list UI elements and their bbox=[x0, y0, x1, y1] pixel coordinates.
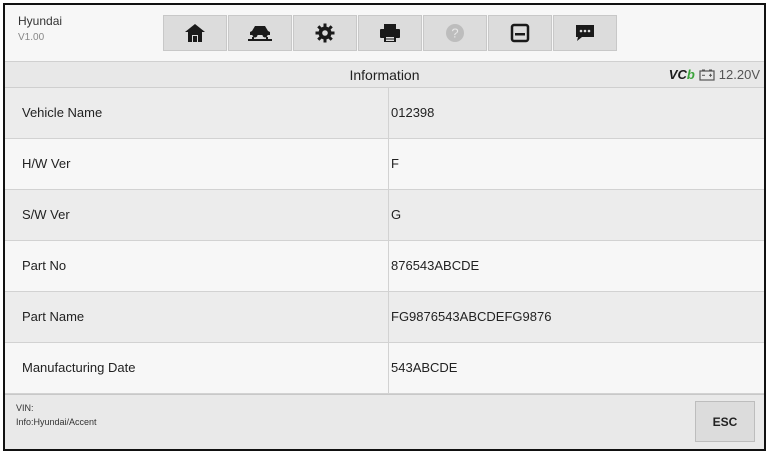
help-button[interactable]: ? bbox=[423, 15, 487, 51]
vin-label: VIN: bbox=[16, 403, 34, 413]
row-label: H/W Ver bbox=[22, 156, 71, 171]
vehicle-lift-button[interactable] bbox=[228, 15, 292, 51]
home-icon bbox=[185, 24, 205, 42]
print-button[interactable] bbox=[358, 15, 422, 51]
row-value: F bbox=[391, 156, 399, 171]
app-title: Hyundai bbox=[18, 14, 63, 28]
row-label: Part Name bbox=[22, 309, 85, 324]
svg-text:?: ? bbox=[451, 26, 458, 41]
app-window: Hyundai V1.00 ? Information VCb 12.20V V… bbox=[3, 3, 766, 451]
table-row: Part Name FG9876543ABCDEFG9876 bbox=[5, 292, 764, 343]
bottom-bar: VIN: Info:Hyundai/Accent ESC bbox=[5, 394, 764, 449]
table-row: Manufacturing Date 543ABCDE bbox=[5, 343, 764, 394]
title-bar: Information VCb 12.20V bbox=[5, 61, 764, 88]
row-label: Manufacturing Date bbox=[22, 360, 136, 375]
row-label: Part No bbox=[22, 258, 67, 273]
settings-gear-icon bbox=[315, 23, 335, 43]
esc-button[interactable]: ESC bbox=[695, 401, 755, 442]
app-version: V1.00 bbox=[18, 32, 45, 43]
save-icon bbox=[510, 23, 530, 43]
message-button[interactable] bbox=[553, 15, 617, 51]
info-table: Vehicle Name 012398 H/W Ver F S/W Ver G … bbox=[5, 88, 764, 394]
row-value: G bbox=[391, 207, 402, 222]
table-row: Part No 876543ABCDE bbox=[5, 241, 764, 292]
vehicle-lift-icon bbox=[248, 26, 272, 41]
row-value: 876543ABCDE bbox=[391, 258, 480, 273]
vci-status: VCb 12.20V bbox=[669, 67, 760, 82]
save-button[interactable] bbox=[488, 15, 552, 51]
top-toolbar: Hyundai V1.00 ? bbox=[5, 5, 764, 61]
row-value: FG9876543ABCDEFG9876 bbox=[391, 309, 552, 324]
row-value: 543ABCDE bbox=[391, 360, 458, 375]
voltage-readout: 12.20V bbox=[718, 67, 760, 82]
vci-logo: VCb bbox=[668, 67, 695, 82]
home-button[interactable] bbox=[163, 15, 227, 51]
table-row: H/W Ver F bbox=[5, 139, 764, 190]
row-label: S/W Ver bbox=[22, 207, 70, 222]
table-row: S/W Ver G bbox=[5, 190, 764, 241]
table-row: Vehicle Name 012398 bbox=[5, 88, 764, 139]
battery-icon bbox=[699, 69, 715, 81]
page-title: Information bbox=[349, 67, 420, 83]
row-label: Vehicle Name bbox=[22, 105, 103, 120]
printer-icon bbox=[380, 24, 400, 42]
message-icon bbox=[576, 25, 594, 41]
settings-button[interactable] bbox=[293, 15, 357, 51]
help-icon: ? bbox=[446, 24, 464, 42]
row-value: 012398 bbox=[391, 105, 435, 120]
vehicle-info: Info:Hyundai/Accent bbox=[16, 417, 97, 427]
